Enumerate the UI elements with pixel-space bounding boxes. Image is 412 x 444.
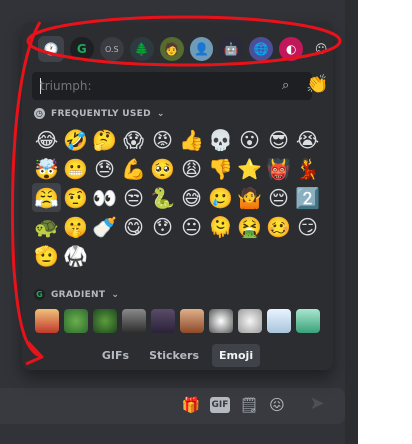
custom-emoji-trump[interactable] [32,306,61,335]
server-icon-os[interactable]: O.S [99,37,124,61]
gif-icon[interactable]: GIF [210,397,230,413]
emoji-item[interactable]: 🤮 [235,212,264,241]
picker-tabs: GIFs Stickers Emoji [22,340,333,370]
emoji-item[interactable]: 🤫 [61,212,90,241]
server-icon-gradient[interactable]: G [69,37,94,61]
emoji-item[interactable]: 😩 [177,154,206,183]
emoji-item[interactable]: 😤 [32,183,61,212]
recent-clock-icon[interactable]: 🕐 [38,36,64,62]
emoji-item[interactable]: 😋 [119,212,148,241]
smile-category-icon[interactable]: ☺ [309,37,333,61]
emoji-item[interactable]: 🍼 [90,212,119,241]
wave-emoji-icon[interactable]: 👏 [306,74,330,98]
message-composer[interactable]: 🎁 GIF 🗒 😖 [0,388,345,424]
search-icon[interactable]: ⌕ [282,78,298,94]
server-icon-anime[interactable]: 👤 [189,37,214,61]
emoji-item[interactable]: 😎 [264,125,293,154]
section-title: FREQUENTLY USED [51,108,151,119]
custom-emoji-pepe[interactable] [61,306,90,335]
emoji-item[interactable]: ⭐ [235,154,264,183]
emoji-item[interactable]: 🤔 [90,125,119,154]
custom-emoji-troll[interactable] [235,306,264,335]
emoji-item[interactable]: 🤨 [61,183,90,212]
custom-emoji-pepe-2[interactable] [90,306,119,335]
emoji-item[interactable]: 😡 [148,125,177,154]
emoji-item[interactable]: 🐍 [148,183,177,212]
clock-icon: ◷ [34,108,45,119]
emoji-search[interactable]: ⌕ [32,72,312,100]
server-icon-planet[interactable]: 🌐 [249,37,274,61]
emoji-item[interactable]: 😒 [119,183,148,212]
emoji-item[interactable]: 😮 [235,125,264,154]
emoji-item[interactable]: 🐢 [32,212,61,241]
emoji-item[interactable]: 💃 [293,154,322,183]
emoji-item[interactable]: 😱 [119,125,148,154]
custom-emoji-ghost[interactable] [264,306,293,335]
emoji-item[interactable]: 🤯 [32,154,61,183]
emoji-item[interactable]: 🫠 [206,212,235,241]
emoji-item[interactable]: 🥺 [148,154,177,183]
emoji-item[interactable]: 👹 [264,154,293,183]
emoji-item[interactable]: 2️⃣ [293,183,322,212]
emoji-item[interactable]: 🥲 [206,183,235,212]
custom-emoji-fire-dog[interactable] [177,306,206,335]
frequent-emoji-grid: 😂 🤣 🤔 😱 😡 👍 💀 😮 😎 😭 🤯 😬 😓 💪 🥺 😩 👎 ⭐ 👹 💃 😤 🤨 👀 😒 🐍 😅 🥲 🤷 😔 2️⃣ 🐢 🤫 🍼 😋 😯 😐 🫠 🤮… [32,125,322,270]
tab-stickers[interactable]: Stickers [142,344,206,367]
emoji-item[interactable]: 👀 [90,183,119,212]
custom-emoji-cat[interactable] [293,306,322,335]
tab-gifs[interactable]: GIFs [95,344,136,367]
emoji-item[interactable]: 👎 [206,154,235,183]
emoji-item[interactable]: 🥋 [61,241,90,270]
server-icon-pink[interactable]: ◐ [279,37,304,61]
emoji-item[interactable]: 💪 [119,154,148,183]
emoji-item[interactable]: 😬 [61,154,90,183]
server-icon-robot[interactable]: 🤖 [219,37,244,61]
emoji-item[interactable]: 🤷 [235,183,264,212]
emoji-item[interactable]: 😅 [177,183,206,212]
emoji-item[interactable]: 🤣 [61,125,90,154]
emoji-button-icon[interactable]: 😖 [266,394,288,416]
chevron-down-icon: ⌄ [111,289,120,300]
emoji-item[interactable]: 💀 [206,125,235,154]
chat-background-left [0,0,20,444]
chevron-down-icon: ⌄ [156,108,165,119]
custom-emoji-panda[interactable] [206,306,235,335]
sticker-icon[interactable]: 🗒 [238,394,260,416]
server-icon-character[interactable]: 🧑 [159,37,184,61]
section-header-gradient[interactable]: G GRADIENT ⌄ [34,289,119,300]
emoji-item[interactable]: 😏 [293,212,322,241]
emoji-item[interactable]: 👍 [177,125,206,154]
emoji-item[interactable]: 😯 [148,212,177,241]
emoji-item[interactable]: 🥴 [264,212,293,241]
emoji-pack-bar: 🕐 G O.S 🌲 🧑 👤 🤖 🌐 ◐ ☺ [32,30,333,68]
send-icon[interactable]: ➤ [306,392,328,414]
custom-emoji-knight[interactable] [119,306,148,335]
tab-emoji[interactable]: Emoji [212,343,261,367]
emoji-item[interactable]: 😐 [177,212,206,241]
gradient-emoji-grid [32,306,322,335]
gift-icon[interactable]: 🎁 [180,394,202,416]
server-icon-dark[interactable]: 🌲 [129,37,154,61]
section-title: GRADIENT [51,289,106,300]
emoji-item[interactable]: 😭 [293,125,322,154]
emoji-item[interactable]: 🫡 [32,241,61,270]
emoji-item[interactable]: 😔 [264,183,293,212]
emoji-item[interactable]: 😂 [32,125,61,154]
emoji-search-input[interactable] [40,72,280,100]
custom-emoji-figure[interactable] [148,306,177,335]
section-header-frequent[interactable]: ◷ FREQUENTLY USED ⌄ [34,108,165,119]
emoji-picker: 🕐 G O.S 🌲 🧑 👤 🤖 🌐 ◐ ☺ ⌕ 👏 ◷ FREQUENTLY U… [22,22,333,370]
side-panel [358,0,412,444]
emoji-item[interactable]: 😓 [90,154,119,183]
server-icon: G [34,289,45,300]
